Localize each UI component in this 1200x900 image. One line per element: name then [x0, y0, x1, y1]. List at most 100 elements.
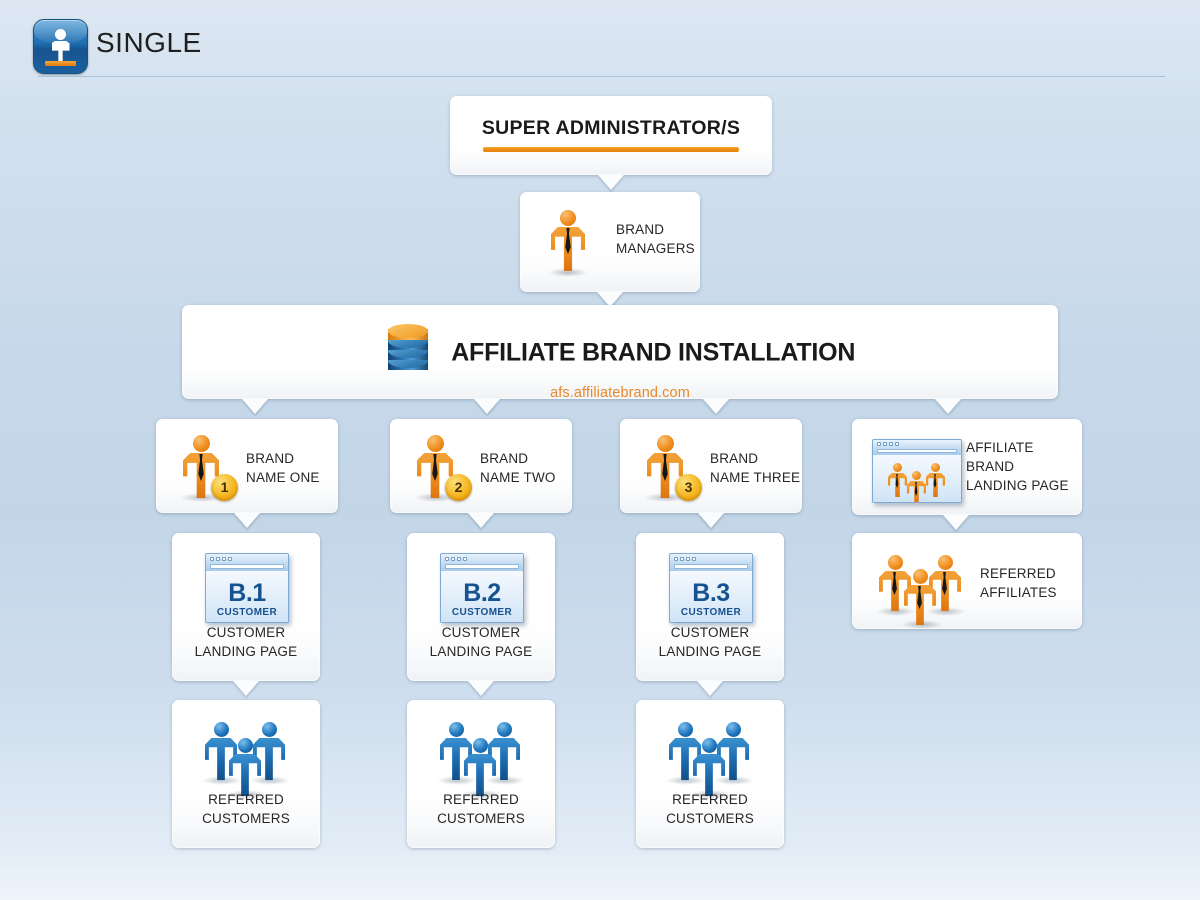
node-customer-landing-page-2[interactable]: B.2 CUSTOMER CUSTOMER LANDING PAGE: [407, 533, 555, 696]
connector-installation-to-affiliate-landing: [935, 399, 961, 414]
icon-figure-base: [45, 61, 76, 66]
node-affiliate-brand-landing-page[interactable]: AFFILIATE BRAND LANDING PAGE: [852, 419, 1082, 530]
orange-businessperson-icon: [546, 210, 590, 279]
browser-title-bar: [441, 554, 523, 572]
browser-viewport: B.3 CUSTOMER: [670, 571, 752, 622]
browser-dot: [457, 557, 461, 561]
caption-line1: CUSTOMER: [441, 625, 521, 640]
node-customer-landing-page-3[interactable]: B.3 CUSTOMER CUSTOMER LANDING PAGE: [636, 533, 784, 696]
installation-url[interactable]: afs.affiliatebrand.com: [182, 385, 1058, 401]
referred-customers-2-caption: REFERRED CUSTOMERS: [407, 790, 555, 828]
figure-head: [913, 569, 928, 584]
browser-dot: [451, 557, 455, 561]
browser-window-controls: [877, 442, 899, 446]
page-title: SINGLE: [96, 27, 202, 58]
brand-1-label-line1: BRAND: [246, 451, 295, 466]
node-super-administrators[interactable]: SUPER ADMINISTRATOR/S: [450, 96, 772, 190]
brand-2-label: BRAND NAME TWO: [480, 449, 556, 487]
brand-2-label-line2: NAME TWO: [480, 470, 556, 485]
connector-landing-3-to-referred: [697, 681, 723, 696]
brand-1-label: BRAND NAME ONE: [246, 449, 320, 487]
customer-landing-page-2-caption: CUSTOMER LANDING PAGE: [407, 623, 555, 661]
figure-head: [938, 555, 953, 570]
browser-subheading: CUSTOMER: [216, 607, 278, 618]
brand-2-label-line1: BRAND: [480, 451, 529, 466]
ablp-label-line3: LANDING PAGE: [966, 478, 1069, 493]
brand-badge: 2: [445, 474, 472, 501]
caption-line1: REFERRED: [672, 792, 748, 807]
referred-affiliates-label: REFERRED AFFILIATES: [980, 564, 1057, 602]
figure-head: [678, 722, 693, 737]
node-customer-landing-page-1[interactable]: B.1 CUSTOMER CUSTOMER LANDING PAGE: [172, 533, 320, 696]
figure-head: [657, 435, 674, 452]
node-brand-3[interactable]: 3 BRAND NAME THREE: [620, 419, 802, 528]
figure-head: [931, 463, 940, 472]
browser-heading: B.1: [228, 579, 266, 607]
connector-superadmin-to-brandmanagers: [598, 175, 624, 190]
database-icon: [385, 323, 431, 375]
caption-line2: LANDING PAGE: [429, 644, 533, 659]
connector-brand-2-to-landing: [468, 513, 494, 528]
three-orange-people-icon: [874, 551, 970, 629]
connector-installation-to-brand-1: [242, 399, 268, 414]
figure-head: [497, 722, 512, 737]
icon-figure-body: [51, 41, 70, 61]
orange-businessperson-icon: 3: [642, 435, 702, 506]
brand-managers-label-line1: BRAND: [616, 222, 665, 237]
browser-dot: [463, 557, 467, 561]
connector-installation-to-brand-2: [474, 399, 500, 414]
node-affiliate-brand-installation[interactable]: AFFILIATE BRAND INSTALLATION afs.affilia…: [182, 305, 1058, 414]
caption-line1: CUSTOMER: [670, 625, 750, 640]
browser-viewport: B.1 CUSTOMER: [206, 571, 288, 622]
figure-head: [262, 722, 277, 737]
brand-badge: 3: [675, 474, 702, 501]
three-blue-people-icon: [435, 718, 527, 799]
brand-3-label-line1: BRAND: [710, 451, 759, 466]
browser-title-bar: [206, 554, 288, 572]
orange-businessperson-icon: 1: [178, 435, 238, 506]
node-referred-customers-2[interactable]: REFERRED CUSTOMERS: [407, 700, 555, 848]
three-blue-people-icon: [664, 718, 756, 799]
browser-dot: [895, 442, 899, 446]
connector-brand-1-to-landing: [234, 513, 260, 528]
browser-heading: B.2: [463, 579, 501, 607]
caption-line2: LANDING PAGE: [658, 644, 762, 659]
figure-head: [193, 435, 210, 452]
referred-affiliates-label-line1: REFERRED: [980, 566, 1056, 581]
browser-heading: B.3: [692, 579, 730, 607]
installation-content: AFFILIATE BRAND INSTALLATION afs.affilia…: [182, 324, 1058, 401]
caption-line1: CUSTOMER: [206, 625, 286, 640]
caption-line2: CUSTOMERS: [202, 811, 290, 826]
figure-head: [238, 738, 253, 753]
icon-figure-head: [55, 29, 66, 40]
browser-address-bar: [445, 564, 519, 569]
orange-businessperson-icon: 2: [412, 435, 472, 506]
super-administrators-title: SUPER ADMINISTRATOR/S: [481, 117, 741, 139]
affiliate-brand-landing-page-label: AFFILIATE BRAND LANDING PAGE: [966, 438, 1069, 495]
browser-window-icon: B.1 CUSTOMER: [205, 553, 289, 623]
brand-1-label-line2: NAME ONE: [246, 470, 320, 485]
node-brand-managers[interactable]: BRAND MANAGERS: [520, 192, 700, 307]
browser-dot: [680, 557, 684, 561]
node-brand-2[interactable]: 2 BRAND NAME TWO: [390, 419, 572, 528]
browser-dot: [686, 557, 690, 561]
browser-dot: [883, 442, 887, 446]
node-referred-affiliates[interactable]: REFERRED AFFILIATES: [852, 533, 1082, 629]
customer-landing-page-3-caption: CUSTOMER LANDING PAGE: [636, 623, 784, 661]
referred-customers-3-caption: REFERRED CUSTOMERS: [636, 790, 784, 828]
browser-viewport: [873, 455, 961, 502]
referred-customers-1-caption: REFERRED CUSTOMERS: [172, 790, 320, 828]
node-referred-customers-3[interactable]: REFERRED CUSTOMERS: [636, 700, 784, 848]
browser-dot: [889, 442, 893, 446]
node-brand-1[interactable]: 1 BRAND NAME ONE: [156, 419, 338, 528]
browser-window-controls: [210, 557, 232, 561]
browser-viewport: B.2 CUSTOMER: [441, 571, 523, 622]
orange-person-center: [906, 471, 928, 502]
node-referred-customers-1[interactable]: REFERRED CUSTOMERS: [172, 700, 320, 848]
browser-window-controls: [674, 557, 696, 561]
page-header: SINGLE: [0, 0, 1200, 84]
installation-title: AFFILIATE BRAND INSTALLATION: [451, 338, 856, 367]
caption-line2: CUSTOMERS: [437, 811, 525, 826]
connector-affiliate-landing-to-referred-affiliates: [943, 515, 969, 530]
figure-head: [702, 738, 717, 753]
